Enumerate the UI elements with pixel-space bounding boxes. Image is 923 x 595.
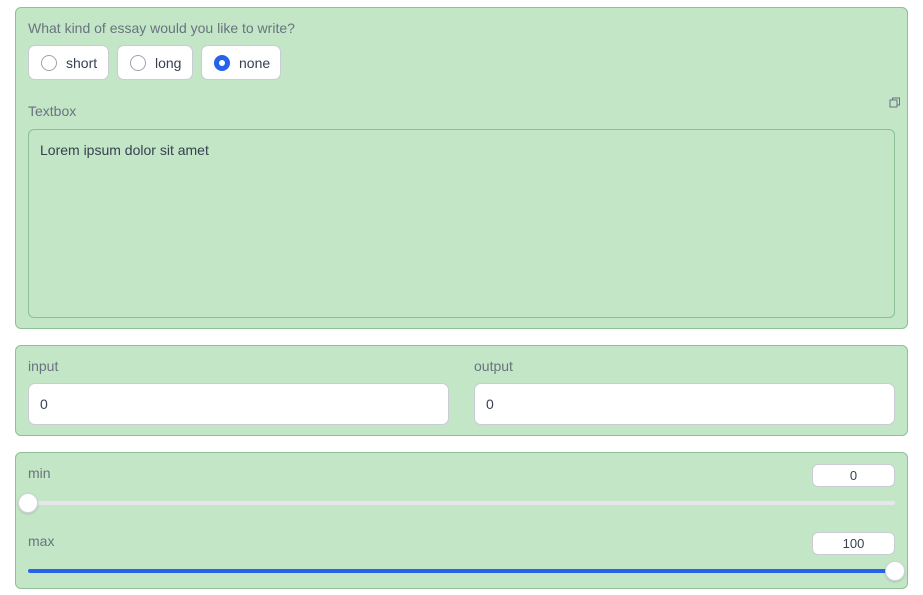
output-label: output [474, 358, 513, 374]
range-panel: min 0 max 100 [15, 452, 908, 589]
radio-long-label: long [155, 54, 182, 71]
radio-long[interactable]: long [117, 45, 193, 80]
essay-panel: What kind of essay would you like to wri… [15, 7, 908, 329]
essay-question-label: What kind of essay would you like to wri… [28, 20, 295, 36]
min-number-input[interactable]: 0 [812, 464, 895, 487]
radio-short-label: short [66, 54, 98, 71]
output-field[interactable]: 0 [474, 383, 895, 425]
radio-short-circle[interactable] [41, 54, 57, 71]
max-number-input[interactable]: 100 [812, 532, 895, 555]
min-label: min [28, 465, 51, 481]
radio-none-circle[interactable] [214, 54, 230, 71]
input-label: input [28, 358, 59, 374]
max-slider-fill [28, 569, 895, 573]
copy-icon[interactable] [889, 96, 901, 108]
textbox-label: Textbox [28, 103, 77, 119]
min-slider-track[interactable] [18, 493, 895, 513]
io-panel: input 0 output 0 [15, 345, 908, 436]
input-field[interactable]: 0 [28, 383, 449, 425]
radio-none-label: none [239, 54, 271, 71]
essay-textbox[interactable]: Lorem ipsum dolor sit amet [28, 129, 895, 318]
radio-short[interactable]: short [28, 45, 109, 80]
min-slider-thumb[interactable] [18, 493, 38, 513]
max-slider-thumb[interactable] [885, 561, 905, 581]
max-slider-track[interactable] [28, 561, 905, 581]
radio-long-circle[interactable] [130, 54, 146, 71]
radio-none[interactable]: none [201, 45, 281, 80]
max-label: max [28, 533, 55, 549]
